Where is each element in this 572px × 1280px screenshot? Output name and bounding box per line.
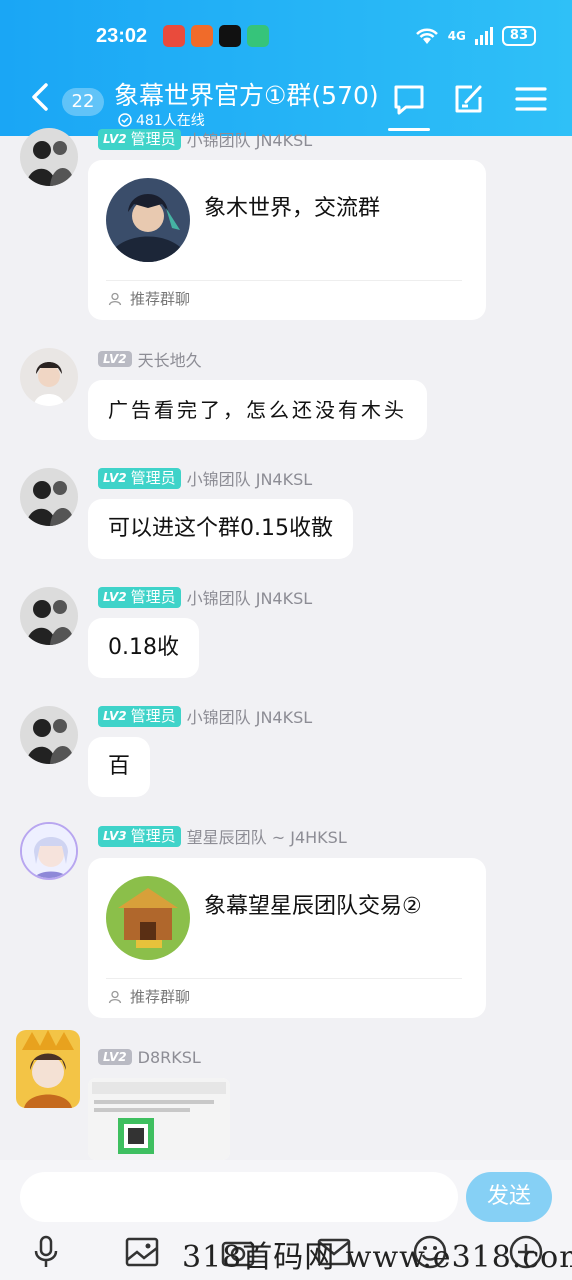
sender-avatar[interactable] <box>16 1030 80 1108</box>
message-input[interactable] <box>20 1172 458 1222</box>
microphone-icon[interactable] <box>28 1234 64 1270</box>
battery-indicator: 83 <box>501 26 536 46</box>
active-tab-indicator <box>388 128 430 131</box>
card-divider <box>106 280 462 281</box>
admin-badge: LV2 管理员 <box>98 467 181 489</box>
level-badge: LV2 <box>98 351 132 367</box>
sender-name: 小锦团队 JN4KSL <box>186 470 313 489</box>
card-group-name: 象木世界，交流群 <box>204 196 381 221</box>
sender-avatar[interactable] <box>20 128 78 186</box>
tiktok-app-icon <box>219 25 242 47</box>
sender-name: D8RKSL <box>137 1047 201 1067</box>
message-meta: LV2 管理员 小锦团队 JN4KSL <box>98 128 312 150</box>
news-app-icon <box>163 25 186 47</box>
status-right: 4G 83 <box>414 26 536 46</box>
signal-icon <box>474 27 493 45</box>
message-bubble[interactable]: 可以进这个群0.15收散 <box>88 499 353 559</box>
image-icon[interactable] <box>124 1234 160 1270</box>
sender-name: 小锦团队 JN4KSL <box>186 708 313 727</box>
card-footer-label: 推荐群聊 <box>130 988 191 1006</box>
nav-row: 22 象幕世界官方①群(570) 481人在线 <box>0 68 572 132</box>
back-arrow-icon[interactable] <box>28 82 52 112</box>
group-avatar <box>106 178 190 262</box>
sender-avatar[interactable] <box>20 587 78 645</box>
group-avatar <box>106 876 190 960</box>
user-icon <box>108 292 122 305</box>
group-card[interactable]: 象幕望星辰团队交易② 推荐群聊 <box>88 858 486 1018</box>
input-bar: 发送 318首码网 www.e318.com <box>0 1160 572 1280</box>
message-meta: LV2 D8RKSL <box>98 1046 201 1068</box>
status-bar: 23:02 4G 83 <box>96 18 536 54</box>
sender-name: 天长地久 <box>137 351 202 370</box>
menu-icon[interactable] <box>514 82 548 116</box>
sender-name: 小锦团队 JN4KSL <box>186 589 313 608</box>
admin-badge: LV2 管理员 <box>98 705 181 727</box>
group-title[interactable]: 象幕世界官方①群(570) <box>114 76 379 112</box>
header-bar: 23:02 4G 83 22 象幕世界官方①群(570) 481人在线 <box>0 0 572 136</box>
message-bubble[interactable]: 广告看完了，怎么还没有木头 <box>88 380 427 440</box>
card-footer-label: 推荐群聊 <box>130 290 191 308</box>
screenshot-thumbnail <box>88 1078 230 1160</box>
wifi-icon <box>415 28 438 44</box>
notification-icons <box>163 25 270 47</box>
sender-avatar[interactable] <box>20 822 78 880</box>
message-meta: LV2 管理员 小锦团队 JN4KSL <box>98 705 312 727</box>
message-bubble[interactable]: 0.18收 <box>88 618 199 678</box>
card-footer: 推荐群聊 <box>108 288 190 309</box>
kuaishou-app-icon <box>191 25 214 47</box>
status-time: 23:02 <box>96 24 148 47</box>
admin-badge: LV3 管理员 <box>98 825 181 847</box>
message-meta: LV3 管理员 望星辰团队 ~ J4HKSL <box>98 825 347 847</box>
chat-icon[interactable] <box>392 82 426 116</box>
sender-avatar[interactable] <box>20 348 78 406</box>
shield-app-icon <box>247 25 270 47</box>
site-watermark: 318首码网 www.e318.com <box>182 1240 572 1275</box>
admin-badge: LV2 管理员 <box>98 586 181 608</box>
card-footer: 推荐群聊 <box>108 986 190 1007</box>
sender-name: 小锦团队 JN4KSL <box>186 131 313 150</box>
card-group-name: 象幕望星辰团队交易② <box>204 894 422 919</box>
message-meta: LV2 天长地久 <box>98 348 202 370</box>
message-meta: LV2 管理员 小锦团队 JN4KSL <box>98 467 312 489</box>
unread-count-badge[interactable]: 22 <box>62 88 104 116</box>
sender-name: 望星辰团队 ~ J4HKSL <box>186 828 347 847</box>
message-bubble[interactable]: 百 <box>88 737 151 797</box>
level-badge: LV2 <box>98 1049 132 1065</box>
check-circle-icon <box>118 113 132 127</box>
group-card[interactable]: 象木世界，交流群 推荐群聊 <box>88 160 486 320</box>
message-meta: LV2 管理员 小锦团队 JN4KSL <box>98 586 312 608</box>
network-type: 4G <box>447 29 466 43</box>
admin-badge: LV2 管理员 <box>98 128 181 150</box>
sender-avatar[interactable] <box>20 468 78 526</box>
user-icon <box>108 990 122 1003</box>
sender-avatar[interactable] <box>20 706 78 764</box>
edit-note-icon[interactable] <box>452 82 486 116</box>
send-button[interactable]: 发送 <box>466 1172 552 1222</box>
card-divider <box>106 978 462 979</box>
image-message[interactable] <box>88 1078 230 1160</box>
